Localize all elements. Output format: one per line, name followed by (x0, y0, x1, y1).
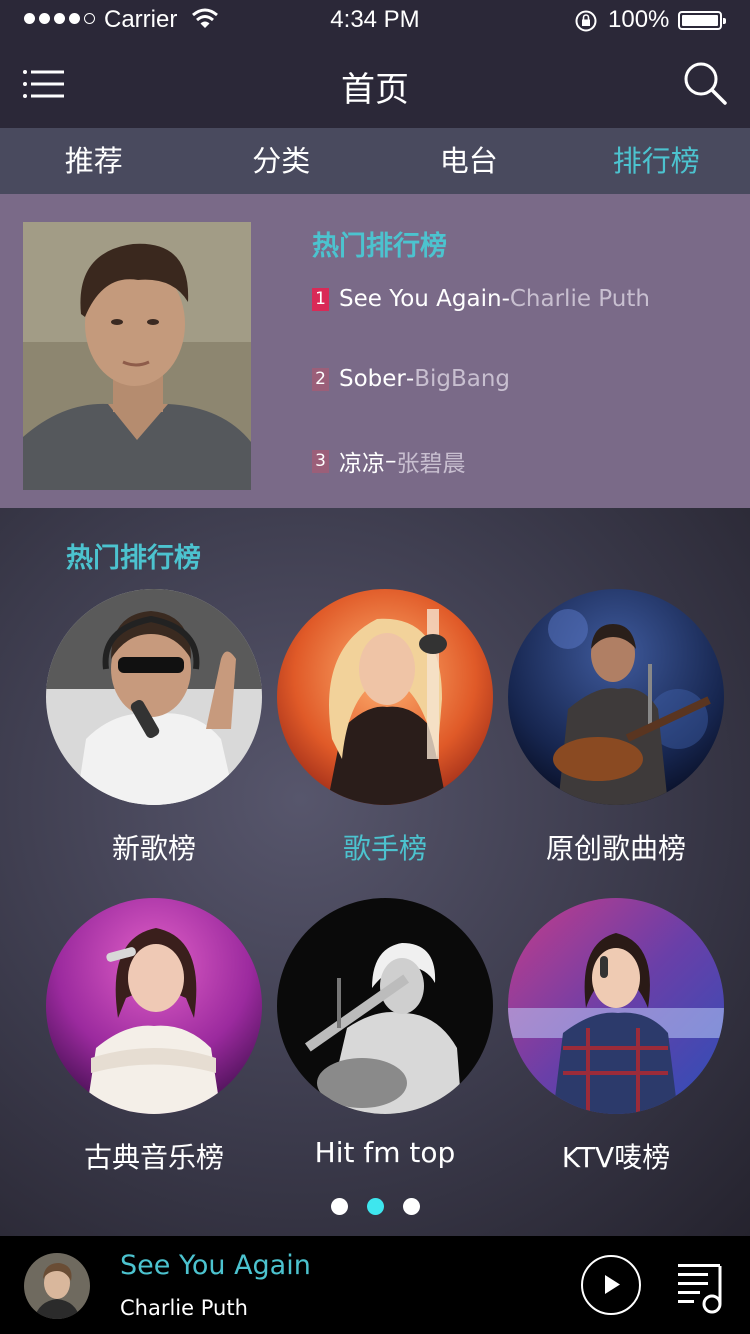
chart-label: 原创歌曲榜 (545, 832, 686, 865)
rank-number: 1 (312, 287, 329, 311)
tab-ranking[interactable]: 排行榜 (563, 128, 750, 194)
rank-separator: - (405, 366, 415, 392)
play-button[interactable] (581, 1255, 641, 1315)
chart-label: KTV唛榜 (561, 1141, 671, 1174)
rank-artist: Charlie Puth (509, 286, 650, 312)
playlist-icon[interactable] (676, 1258, 726, 1314)
now-playing-artist: Charlie Puth (120, 1296, 248, 1320)
rank-song: Sober (339, 366, 406, 392)
tab-bar: 推荐 分类 电台 排行榜 (0, 128, 750, 194)
tab-category[interactable]: 分类 (188, 128, 376, 194)
page-dot-1[interactable] (330, 1198, 348, 1215)
page-indicator (0, 1198, 750, 1215)
chart-label: Hit fm top (314, 1136, 456, 1169)
rank-number: 2 (312, 367, 329, 391)
chart-label: 古典音乐榜 (83, 1141, 224, 1174)
rank-item-1[interactable]: 1 See You Again - Charlie Puth (312, 286, 650, 312)
now-playing-avatar[interactable] (24, 1253, 90, 1319)
chart-label: 新歌榜 (111, 832, 196, 865)
featured-artist-photo[interactable] (23, 222, 251, 490)
rank-artist: BigBang (414, 366, 511, 392)
chart-card-hit-fm-top[interactable]: Hit fm top (269, 898, 501, 1169)
chart-image (46, 898, 262, 1114)
chart-image (277, 589, 493, 805)
hot-chart-title: 热门排行榜 (312, 231, 447, 262)
rotation-lock-icon (575, 10, 597, 32)
rank-number: 3 (312, 449, 329, 473)
rank-song: See You Again (339, 286, 502, 312)
charts-section-title: 热门排行榜 (66, 543, 201, 574)
page-title: 首页 (341, 70, 409, 110)
chart-label: 歌手榜 (342, 832, 427, 865)
battery-percent: 100% (608, 6, 670, 33)
chart-card-original-songs[interactable]: 原创歌曲榜 (500, 589, 732, 867)
chart-card-classical[interactable]: 古典音乐榜 (38, 898, 270, 1176)
chart-image (46, 589, 262, 805)
chart-image (508, 898, 724, 1114)
now-playing-title: See You Again (120, 1250, 311, 1281)
rank-item-2[interactable]: 2 Sober - BigBang (312, 366, 510, 392)
rank-separator: - (501, 286, 510, 312)
chart-image (277, 898, 493, 1114)
mini-player: See You Again Charlie Puth (0, 1236, 750, 1334)
tab-radio[interactable]: 电台 (375, 128, 563, 194)
nav-bar: 首页 (0, 40, 750, 128)
tab-recommend[interactable]: 推荐 (0, 128, 188, 194)
hot-chart-panel: 热门排行榜 1 See You Again - Charlie Puth 2 Sob… (0, 194, 750, 508)
play-icon (605, 1275, 620, 1294)
page-dot-3[interactable] (402, 1198, 420, 1215)
battery-icon (678, 11, 726, 30)
rank-item-3[interactable]: 3 凉凉 – 张碧晨 (312, 444, 466, 478)
search-icon[interactable] (682, 60, 728, 106)
chart-card-singers[interactable]: 歌手榜 (269, 589, 501, 867)
page-dot-2[interactable] (366, 1198, 384, 1215)
chart-image (508, 589, 724, 805)
rank-artist: 张碧晨 (396, 451, 466, 477)
chart-card-ktv[interactable]: KTV唛榜 (500, 898, 732, 1176)
status-bar: Carrier 4:34 PM 100% (0, 0, 750, 40)
rank-separator: – (385, 448, 397, 474)
rank-song: 凉凉 (339, 451, 385, 477)
charts-section: 热门排行榜 新歌榜 歌手榜 原创歌曲榜 古典音乐榜 Hit fm top KTV… (0, 508, 750, 1236)
chart-card-new-songs[interactable]: 新歌榜 (38, 589, 270, 867)
